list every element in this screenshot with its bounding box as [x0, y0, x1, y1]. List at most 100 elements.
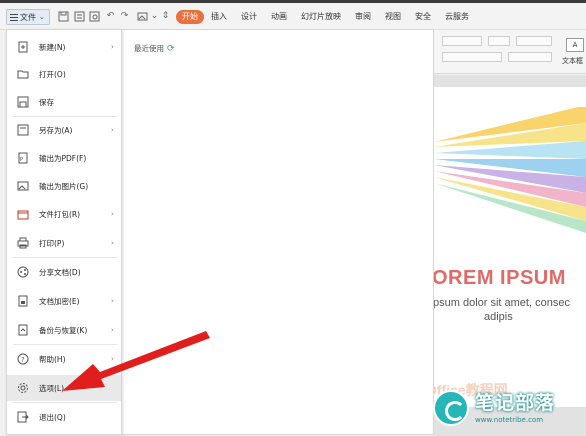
tab-3[interactable]: 动画 [264, 10, 294, 24]
menu-item-label: 文档加密(E) [39, 296, 80, 306]
svg-text:P: P [20, 157, 23, 163]
export-pdf-icon[interactable] [89, 11, 100, 22]
recent-title: 最近使用 [134, 44, 164, 53]
chevron-down-icon: ⌄ [39, 13, 45, 21]
refresh-icon[interactable]: ⟳ [167, 44, 175, 54]
recent-header: 最近使用 ⟳ [134, 43, 175, 54]
menu-separator [13, 257, 117, 258]
backup-icon [17, 324, 29, 336]
chevron-right-icon: › [111, 126, 114, 134]
menu-item-export-pdf[interactable]: P 输出为PDF(F) [7, 145, 121, 171]
file-menu-button[interactable]: 文件 ⌄ [6, 9, 50, 25]
watermark-url: www.notetribe.com [475, 416, 544, 424]
menu-lines-icon [10, 13, 18, 21]
save-icon [17, 96, 29, 108]
slide-preview[interactable]: OREM IPSUM psum dolor sit amet, consec a… [432, 87, 586, 407]
menu-item-label: 选项(L) [39, 383, 65, 393]
tab-4[interactable]: 幻灯片放映 [294, 10, 348, 24]
menu-item-exit[interactable]: 退出(Q) [7, 404, 121, 430]
menu-item-label: 输出为PDF(F) [39, 153, 87, 163]
package-icon [17, 208, 29, 220]
svg-text:?: ? [21, 356, 25, 364]
align-tools[interactable] [508, 52, 552, 62]
new-file-icon [17, 41, 29, 53]
chevron-right-icon: › [111, 43, 114, 51]
menu-item-label: 打开(O) [39, 69, 66, 79]
chevron-down-icon[interactable]: ⌄ [149, 11, 160, 22]
help-icon: ? [17, 353, 29, 365]
paragraph-tools[interactable] [516, 36, 552, 46]
chevron-right-icon: › [111, 355, 114, 363]
menu-item-share[interactable]: 分享文档(D) [7, 259, 121, 285]
tab-5[interactable]: 审阅 [348, 10, 378, 24]
gear-icon [17, 382, 29, 394]
ribbon-tabs: 开始 插入 设计 动画 幻灯片放映 审阅 视图 安全 云服务 [176, 10, 476, 24]
share-icon [17, 266, 29, 278]
encrypt-icon [17, 295, 29, 307]
recent-panel: 最近使用 ⟳ [122, 29, 434, 435]
menu-item-label: 备份与恢复(K) [39, 325, 88, 335]
chevron-right-icon: › [111, 297, 114, 305]
menu-item-new-file[interactable]: 新建(N) › [7, 34, 121, 60]
chevron-right-icon: › [111, 326, 114, 334]
slide-body-line2: adipis [484, 311, 513, 323]
file-menu: 新建(N) › 打开(O) 保存另存为(A) › P 输出为PDF(F) 输出为图片(G) 文件… [6, 29, 122, 435]
watermark: 笔记部落 www.notetribe.com [425, 384, 586, 436]
menu-item-help[interactable]: ? 帮助(H) › [7, 346, 121, 372]
menu-item-label: 退出(Q) [39, 412, 66, 422]
textbox-icon[interactable]: A [566, 38, 584, 52]
font-name-box[interactable] [442, 36, 482, 46]
menu-item-gear[interactable]: 选项(L) [7, 375, 121, 401]
menu-item-print[interactable]: 打印(P) › [7, 230, 121, 256]
tab-2[interactable]: 设计 [234, 10, 264, 24]
exit-icon [17, 411, 29, 423]
menu-item-label: 新建(N) [39, 42, 66, 52]
menu-item-label: 保存 [39, 97, 54, 107]
rainbow-graphic [434, 107, 586, 233]
file-button-label: 文件 [20, 12, 36, 22]
watermark-text: 笔记部落 [475, 392, 556, 414]
menu-item-save[interactable]: 保存 [7, 89, 121, 115]
menu-item-save-as[interactable]: 另存为(A) › [7, 117, 121, 143]
textbox-label[interactable]: 文本框 [562, 56, 583, 66]
tab-8[interactable]: 云服务 [438, 10, 476, 24]
export-image-icon [17, 180, 29, 192]
menu-item-package[interactable]: 文件打包(R) › [7, 201, 121, 227]
ribbon-panel: A 文本框 [434, 30, 586, 74]
format-tools[interactable] [442, 52, 502, 62]
redo-icon[interactable]: ↷ [119, 11, 130, 22]
app-window: 文件 ⌄ ↶ ↷ ⌄ ⇕ 开始 插入 设计 动画 幻灯片放映 审阅 视图 安全 云服务 A 文本… [0, 0, 586, 436]
more-icon[interactable]: ⇕ [160, 11, 171, 22]
menu-item-label: 帮助(H) [39, 354, 66, 364]
font-size-box[interactable] [488, 36, 510, 46]
menu-item-label: 输出为图片(G) [39, 181, 89, 191]
menu-item-label: 另存为(A) [39, 125, 73, 135]
print-preview-icon[interactable] [74, 11, 85, 22]
undo-icon[interactable]: ↶ [105, 11, 116, 22]
tab-7[interactable]: 安全 [408, 10, 438, 24]
chevron-right-icon: › [111, 239, 114, 247]
menu-item-backup[interactable]: 备份与恢复(K) › [7, 317, 121, 343]
menu-item-label: 分享文档(D) [39, 267, 81, 277]
menu-item-open-folder[interactable]: 打开(O) [7, 61, 121, 87]
watermark-logo-icon [433, 390, 469, 426]
save-icon[interactable] [58, 11, 69, 22]
save-as-icon [17, 124, 29, 136]
menu-item-encrypt[interactable]: 文档加密(E) › [7, 288, 121, 314]
menu-item-label: 打印(P) [39, 238, 65, 248]
export-pdf-icon: P [17, 152, 29, 164]
tab-1[interactable]: 插入 [204, 10, 234, 24]
menu-item-export-image[interactable]: 输出为图片(G) [7, 173, 121, 199]
tab-6[interactable]: 视图 [378, 10, 408, 24]
menu-separator [13, 402, 117, 403]
print-icon [17, 237, 29, 249]
menu-separator [13, 344, 117, 345]
slide-title: OREM IPSUM [432, 267, 566, 289]
chevron-right-icon: › [111, 210, 114, 218]
slide-body-line1: psum dolor sit amet, consec [433, 297, 570, 309]
tab-0[interactable]: 开始 [176, 10, 204, 24]
insert-image-icon[interactable] [137, 11, 148, 22]
open-folder-icon [17, 68, 29, 80]
top-toolbar: 文件 ⌄ ↶ ↷ ⌄ ⇕ 开始 插入 设计 动画 幻灯片放映 审阅 视图 安全 云服务 [0, 0, 586, 30]
title-strip [0, 0, 586, 3]
